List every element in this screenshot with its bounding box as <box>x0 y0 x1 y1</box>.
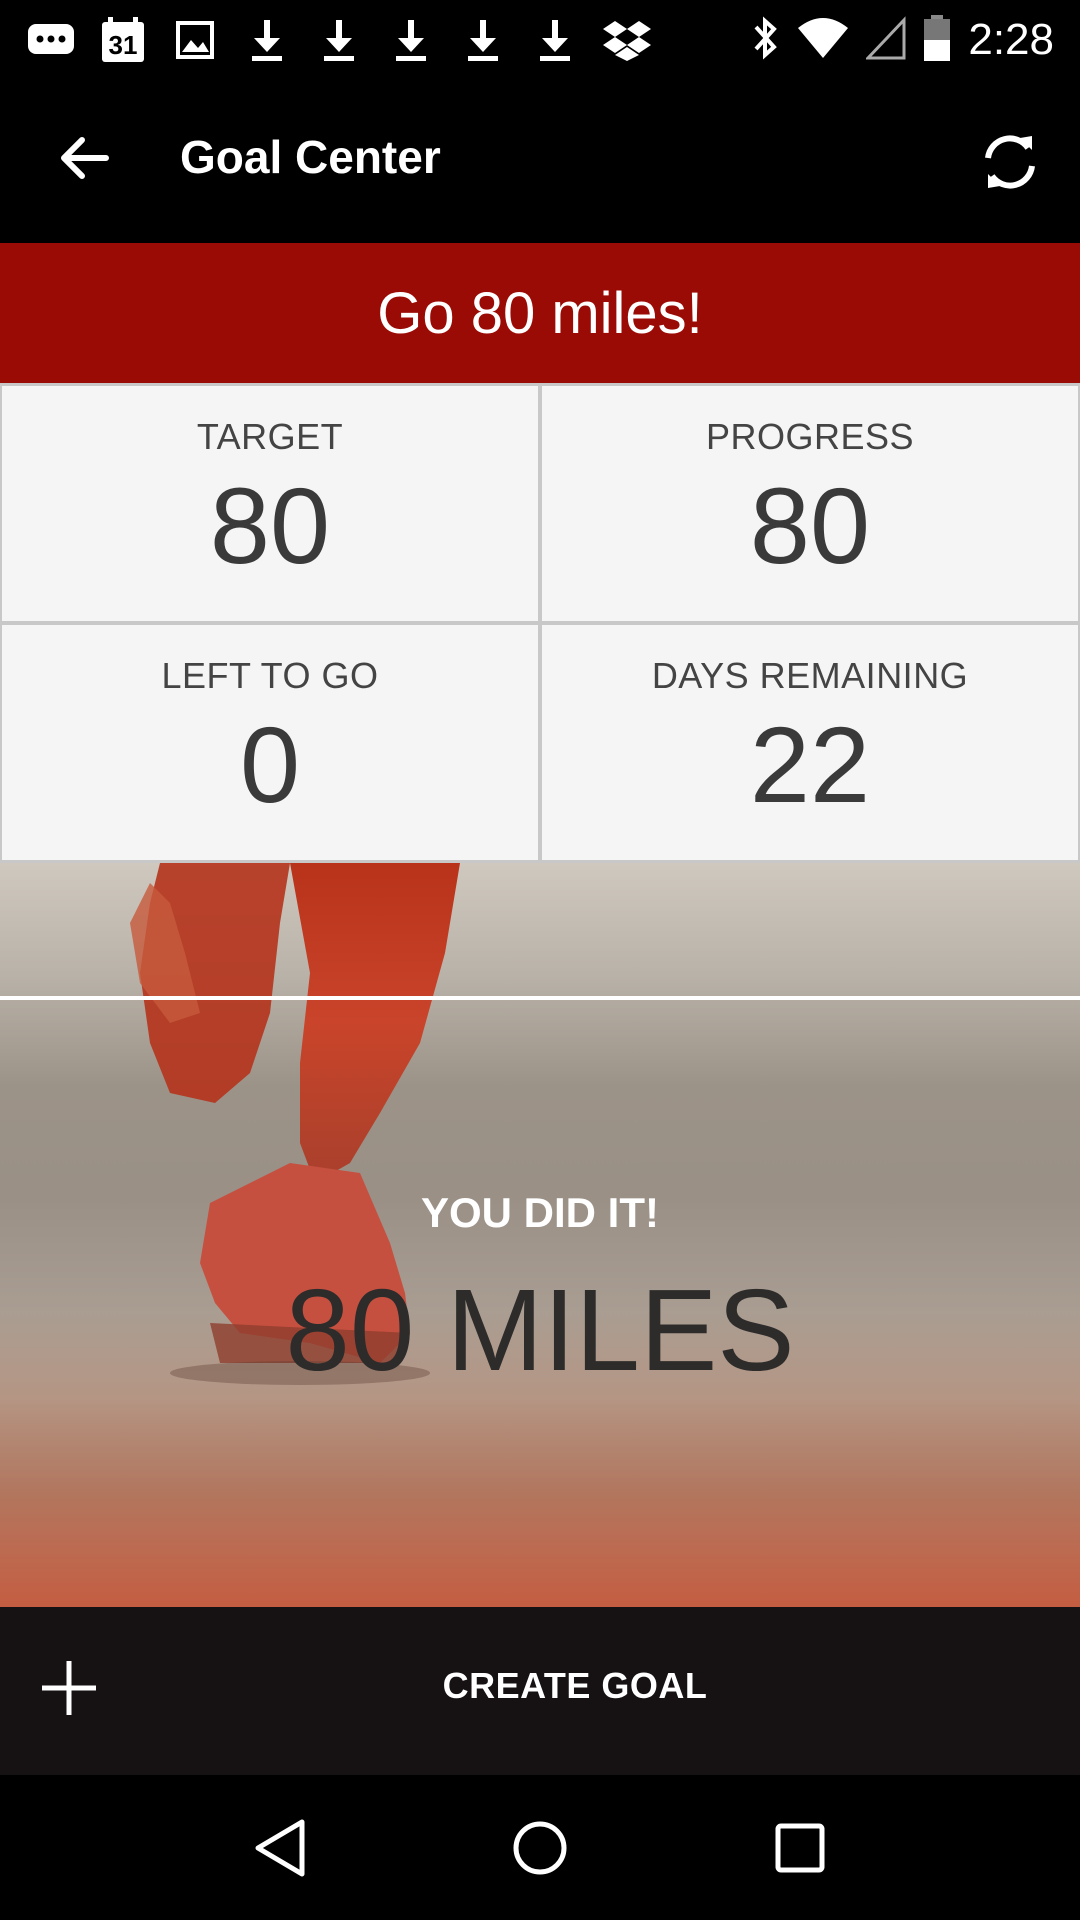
stat-card-left-to-go: LEFT TO GO 0 <box>2 625 538 860</box>
stat-label: TARGET <box>196 416 344 457</box>
system-nav-bar <box>0 1775 1080 1920</box>
stats-grid: TARGET 80 PROGRESS 80 LEFT TO GO 0 DAYS … <box>0 383 1080 863</box>
refresh-button[interactable] <box>970 122 1050 202</box>
download-icon <box>242 16 292 64</box>
status-clock: 2:28 <box>968 15 1054 64</box>
image-icon <box>170 16 220 64</box>
bluetooth-icon <box>750 15 780 66</box>
create-goal-label: CREATE GOAL <box>442 1665 708 1706</box>
goal-title: Go 80 miles! <box>377 280 703 346</box>
download-icon <box>458 16 508 64</box>
page-title: Goal Center <box>180 131 441 183</box>
download-icon <box>314 16 364 64</box>
stat-value: 22 <box>749 704 871 825</box>
calendar-icon: 31 <box>98 16 148 64</box>
stat-value: 0 <box>239 704 301 825</box>
battery-icon <box>922 14 952 67</box>
hero-image: YOU DID IT! 80 MILES <box>0 863 1080 1607</box>
nav-back-button[interactable] <box>235 1803 325 1893</box>
stat-label: LEFT TO GO <box>161 655 379 696</box>
stat-label: DAYS REMAINING <box>651 655 969 696</box>
calendar-day: 31 <box>108 30 138 60</box>
nav-home-button[interactable] <box>495 1803 585 1893</box>
nav-recents-button[interactable] <box>755 1803 845 1893</box>
notification-icons: 31 <box>26 14 652 66</box>
achievement-kicker: YOU DID IT! <box>421 1189 659 1236</box>
stat-card-progress: PROGRESS 80 <box>542 386 1078 621</box>
arrow-left-icon <box>61 137 109 179</box>
stat-label: PROGRESS <box>705 416 915 457</box>
goal-banner: Go 80 miles! <box>0 243 1080 383</box>
home-circle-icon <box>513 1821 567 1874</box>
chat-bubble-icon <box>26 16 76 64</box>
download-icon <box>386 16 436 64</box>
stat-value: 80 <box>209 465 331 586</box>
recents-square-icon <box>775 1823 825 1872</box>
stat-value: 80 <box>749 465 871 586</box>
hero-divider <box>0 996 1080 1000</box>
app-bar: Goal Center <box>0 80 1080 243</box>
stat-card-target: TARGET 80 <box>2 386 538 621</box>
cellular-signal-icon <box>864 15 906 65</box>
create-goal-button[interactable]: CREATE GOAL <box>0 1607 1080 1775</box>
back-button[interactable] <box>48 122 120 194</box>
wifi-icon <box>796 16 850 65</box>
achievement-total: 80 MILES <box>285 1265 795 1395</box>
stat-card-days-remaining: DAYS REMAINING 22 <box>542 625 1078 860</box>
system-icons: 2:28 <box>750 10 1054 70</box>
back-triangle-icon <box>255 1819 305 1876</box>
dropbox-icon <box>602 16 652 64</box>
status-bar: 31 2:28 <box>0 0 1080 80</box>
refresh-icon <box>985 135 1035 189</box>
download-icon <box>530 16 580 64</box>
